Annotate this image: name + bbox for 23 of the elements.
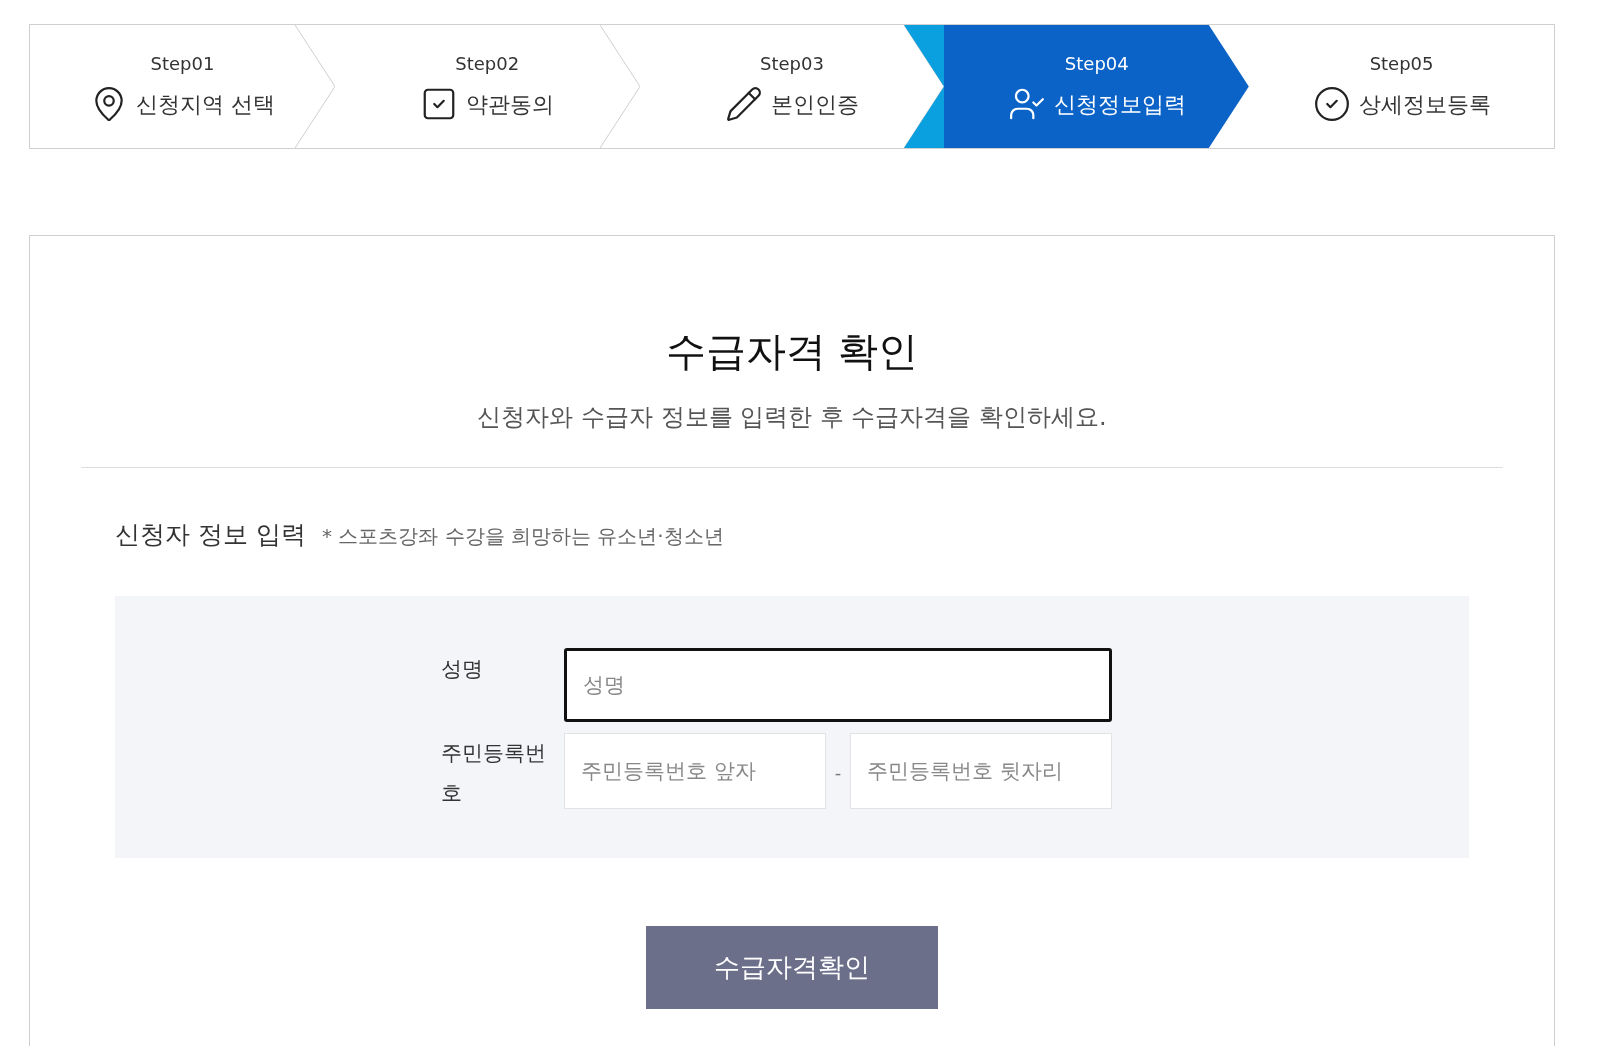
- pencil-icon: [725, 85, 763, 123]
- step-label: 본인인증: [771, 90, 859, 119]
- step-label: 약관동의: [466, 90, 555, 119]
- step-number: Step02: [455, 52, 520, 76]
- check-circle-icon: [1312, 85, 1351, 123]
- rrn-separator: -: [833, 761, 843, 785]
- rrn-front-input-field[interactable]: 주민등록번호 앞자: [564, 732, 826, 809]
- field-label: 성명: [441, 655, 484, 683]
- step-label: 신청정보입력: [1053, 90, 1186, 119]
- step-number: Step03: [760, 52, 824, 76]
- step-label: 신청지역 선택: [135, 90, 275, 119]
- field-label: 주민등록번호: [441, 739, 547, 807]
- section-title: 신청자 정보 입력: [115, 519, 306, 551]
- section-note: * 스포츠강좌 수강을 희망하는 유소년·청소년: [321, 523, 724, 550]
- step-label: 상세정보등록: [1358, 90, 1491, 119]
- page-title: 수급자격 확인: [664, 327, 920, 376]
- check-eligibility-button[interactable]: 수급자격확인: [646, 925, 938, 1009]
- page-subtitle: 신청자와 수급자 정보를 입력한 후 수급자격을 확인하세요.: [476, 402, 1108, 433]
- step-number: Step01: [150, 52, 215, 76]
- step-number: Step05: [1369, 52, 1434, 76]
- rrn-back-input-field[interactable]: 주민등록번호 뒷자리: [850, 732, 1112, 809]
- name-input-field[interactable]: 성명: [564, 647, 1112, 722]
- step-number: Step04: [1064, 52, 1129, 76]
